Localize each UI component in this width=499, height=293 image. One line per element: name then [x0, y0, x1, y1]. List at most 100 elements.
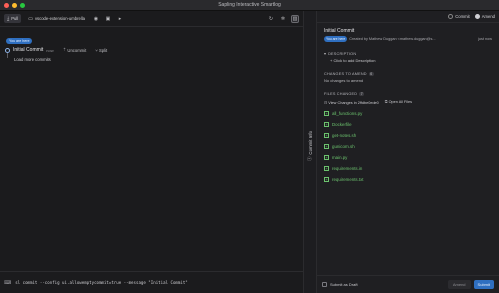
- amend-mode-label: Amend: [481, 14, 495, 19]
- pull-button[interactable]: ⤓ Pull: [4, 14, 22, 23]
- file-added-icon: +: [324, 154, 329, 160]
- minimize-window-button[interactable]: [12, 3, 17, 8]
- commit-footer: Submit as Draft Amend Submit: [317, 275, 499, 293]
- commit-author: Created by Mathew Duggan <mathew.duggan@…: [349, 37, 436, 41]
- uncommit-button[interactable]: ⇡ Uncommit: [63, 47, 87, 53]
- files-icon: ⧉: [384, 100, 388, 104]
- info-icon: ⓘ: [307, 156, 312, 161]
- you-are-here-badge: You are here: [324, 36, 348, 42]
- you-are-here-badge: You are here: [6, 38, 33, 44]
- commit-info-label: ⓘ Commit Info: [307, 131, 313, 161]
- terminal-icon: ⌨: [4, 279, 12, 286]
- eye-icon[interactable]: ◉: [92, 15, 100, 23]
- submit-as-draft-checkbox[interactable]: [322, 282, 327, 287]
- file-added-icon: +: [324, 110, 329, 116]
- files-changed-heading: FILES CHANGED 7: [324, 92, 492, 96]
- file-name: main.py: [332, 155, 348, 160]
- no-changes-text: No changes to amend: [324, 78, 364, 83]
- close-window-button[interactable]: [4, 3, 9, 8]
- description-heading[interactable]: ▾ DESCRIPTION: [324, 51, 492, 57]
- diff-icon: ⊟: [324, 101, 328, 105]
- command-bar: ⌨ sl commit --config ui.allowemptycommit…: [0, 271, 303, 293]
- file-item[interactable]: + Dockerfile: [324, 122, 492, 127]
- split-button[interactable]: ⑂ Split: [95, 48, 107, 53]
- file-item[interactable]: + all_functions.py: [324, 111, 492, 116]
- commit-title-heading[interactable]: Initial Commit: [324, 28, 492, 34]
- file-list: + all_functions.py + Dockerfile + get-no…: [324, 111, 492, 182]
- folder-icon: ▭: [28, 15, 33, 22]
- uncommit-icon: ⇡: [62, 47, 67, 52]
- file-added-icon: +: [324, 132, 329, 138]
- file-added-icon: +: [324, 121, 329, 127]
- plus-icon: +: [330, 58, 333, 63]
- changes-heading-label: CHANGES TO AMEND: [324, 72, 367, 76]
- view-changes-button[interactable]: ⊟ View Changes in 2ffdbe0ede0: [324, 100, 379, 105]
- view-changes-label: View Changes in 2ffdbe0ede0: [328, 101, 379, 105]
- pull-label: Pull: [11, 16, 19, 21]
- repo-selector[interactable]: ▭ vscode-extension-umbrella: [25, 14, 88, 23]
- window-title: Sapling Interactive Smartlog: [218, 2, 281, 8]
- radio-dot-selected: [474, 14, 480, 19]
- archive-icon[interactable]: ▣: [104, 15, 112, 23]
- submit-as-draft-label: Submit as Draft: [330, 282, 358, 287]
- commit-mode-radio[interactable]: Commit: [448, 14, 470, 19]
- load-more-commits-link[interactable]: Load more commits: [14, 57, 51, 62]
- open-all-files-button[interactable]: ⧉ Open All Files: [385, 100, 412, 105]
- commit-info-tab[interactable]: ⓘ Commit Info: [303, 11, 317, 293]
- settings-icon[interactable]: ✲: [279, 15, 287, 23]
- file-added-icon: +: [324, 176, 329, 182]
- amend-mode-radio[interactable]: Amend: [474, 14, 495, 19]
- refresh-icon[interactable]: ↻: [267, 15, 275, 23]
- repo-label: vscode-extension-umbrella: [34, 16, 85, 21]
- file-added-icon: +: [324, 165, 329, 171]
- video-icon[interactable]: ▸: [116, 15, 124, 23]
- changes-count: 0: [368, 72, 374, 76]
- amend-button[interactable]: Amend: [447, 280, 471, 289]
- split-label: Split: [98, 47, 108, 53]
- window-controls: [4, 3, 25, 8]
- changes-to-amend-heading: CHANGES TO AMEND 0: [324, 72, 492, 76]
- commit-row[interactable]: Initial Commit now ⇡ Uncommit ⑂ Split: [5, 47, 113, 53]
- command-text: sl commit --config ui.allowemptycommit=t…: [15, 280, 188, 285]
- chevron-down-icon: ▾: [324, 52, 327, 56]
- file-item[interactable]: + main.py: [324, 155, 492, 160]
- file-name: gunicorn.sh: [332, 144, 355, 149]
- toolbar: ⤓ Pull ▭ vscode-extension-umbrella ◉ ▣ ▸…: [0, 11, 303, 27]
- add-description-button[interactable]: + Click to add Description: [330, 58, 492, 63]
- radio-dot: [448, 14, 454, 19]
- file-name: all_functions.py: [332, 111, 363, 116]
- file-item[interactable]: + requirements.txt: [324, 177, 492, 182]
- files-actions: ⊟ View Changes in 2ffdbe0ede0 ⧉ Open All…: [324, 100, 492, 105]
- file-item[interactable]: + get-notes.sh: [324, 133, 492, 138]
- graph-edge: [7, 53, 8, 58]
- title-bar: Sapling Interactive Smartlog: [0, 0, 499, 11]
- pull-icon: ⤓: [7, 15, 10, 22]
- file-name: requirements.txt: [332, 177, 364, 182]
- file-added-icon: +: [324, 143, 329, 149]
- commit-info-text: Commit Info: [307, 130, 313, 155]
- submit-button[interactable]: Submit: [473, 280, 494, 289]
- commit-time: now: [46, 47, 54, 53]
- smartlog-pane: ⤓ Pull ▭ vscode-extension-umbrella ◉ ▣ ▸…: [0, 11, 303, 293]
- mode-selector: Commit Amend: [317, 11, 499, 23]
- commit-mode-label: Commit: [455, 14, 470, 19]
- open-all-files-label: Open All Files: [388, 100, 412, 104]
- files-count: 7: [359, 92, 365, 96]
- file-name: requirements.in: [332, 166, 363, 171]
- files-heading-label: FILES CHANGED: [324, 92, 358, 96]
- sidebar-toggle-icon[interactable]: ▥: [291, 14, 299, 23]
- split-icon: ⑂: [95, 47, 98, 53]
- file-item[interactable]: + requirements.in: [324, 166, 492, 171]
- maximize-window-button[interactable]: [20, 3, 25, 8]
- commit-title[interactable]: Initial Commit: [13, 47, 43, 53]
- commit-time: just now: [478, 37, 492, 41]
- commit-meta: You are here Created by Mathew Duggan <m…: [324, 36, 492, 42]
- file-name: get-notes.sh: [332, 133, 357, 138]
- description-heading-label: DESCRIPTION: [328, 51, 357, 56]
- commit-details: Initial Commit You are here Created by M…: [317, 23, 499, 185]
- commit-node-icon: [5, 47, 10, 53]
- file-item[interactable]: + gunicorn.sh: [324, 144, 492, 149]
- commit-info-panel: Commit Amend Initial Commit You are here…: [317, 11, 499, 293]
- add-description-label: Click to add Description: [333, 58, 376, 63]
- uncommit-label: Uncommit: [67, 47, 87, 53]
